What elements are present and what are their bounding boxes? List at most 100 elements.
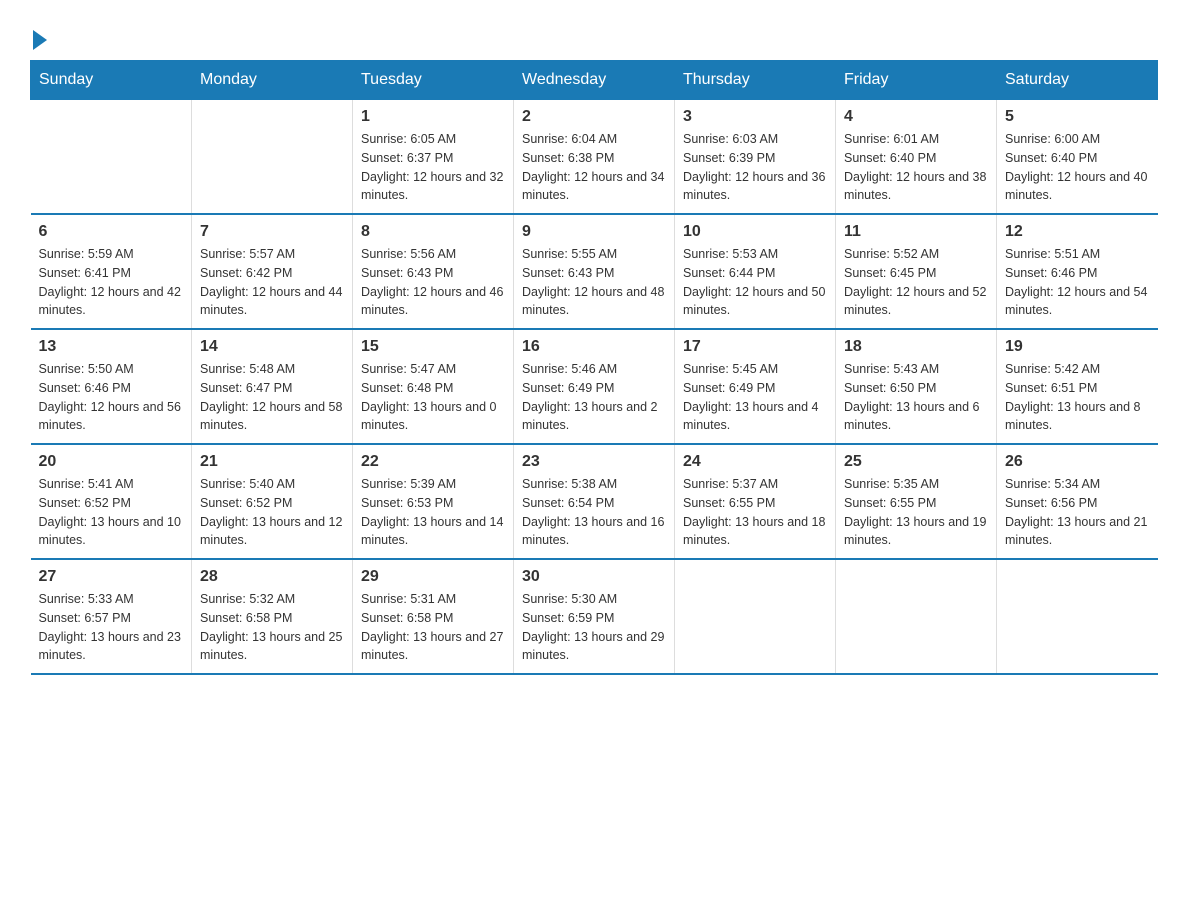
day-info: Sunrise: 5:35 AMSunset: 6:55 PMDaylight:…: [844, 475, 988, 550]
week-row-1: 1 Sunrise: 6:05 AMSunset: 6:37 PMDaylight…: [31, 100, 1158, 215]
day-number: 17: [683, 338, 827, 356]
week-row-4: 20 Sunrise: 5:41 AMSunset: 6:52 PMDayligh…: [31, 444, 1158, 559]
calendar-header: SundayMondayTuesdayWednesdayThursdayFrid…: [31, 61, 1158, 100]
calendar-cell: 20 Sunrise: 5:41 AMSunset: 6:52 PMDayligh…: [31, 444, 192, 559]
day-number: 5: [1005, 108, 1150, 126]
weekday-header-saturday: Saturday: [997, 61, 1158, 100]
day-number: 27: [39, 568, 184, 586]
day-info: Sunrise: 5:42 AMSunset: 6:51 PMDaylight:…: [1005, 360, 1150, 435]
day-info: Sunrise: 5:56 AMSunset: 6:43 PMDaylight:…: [361, 245, 505, 320]
day-number: 22: [361, 453, 505, 471]
day-number: 13: [39, 338, 184, 356]
day-info: Sunrise: 5:57 AMSunset: 6:42 PMDaylight:…: [200, 245, 344, 320]
day-info: Sunrise: 5:55 AMSunset: 6:43 PMDaylight:…: [522, 245, 666, 320]
day-info: Sunrise: 5:33 AMSunset: 6:57 PMDaylight:…: [39, 590, 184, 665]
logo-blue-section: [30, 30, 51, 50]
calendar-cell: 10Sunrise: 5:53 AMSunset: 6:44 PMDayligh…: [675, 214, 836, 329]
day-number: 24: [683, 453, 827, 471]
calendar-table: SundayMondayTuesdayWednesdayThursdayFrid…: [30, 60, 1158, 675]
day-info: Sunrise: 5:37 AMSunset: 6:55 PMDaylight:…: [683, 475, 827, 550]
day-number: 21: [200, 453, 344, 471]
calendar-cell: 17 Sunrise: 5:45 AMSunset: 6:49 PMDayligh…: [675, 329, 836, 444]
day-number: 6: [39, 223, 184, 241]
day-info: Sunrise: 5:46 AMSunset: 6:49 PMDaylight:…: [522, 360, 666, 435]
day-info: Sunrise: 6:00 AMSunset: 6:40 PMDaylight:…: [1005, 130, 1150, 205]
day-number: 19: [1005, 338, 1150, 356]
weekday-header-row: SundayMondayTuesdayWednesdayThursdayFrid…: [31, 61, 1158, 100]
day-info: Sunrise: 5:41 AMSunset: 6:52 PMDaylight:…: [39, 475, 184, 550]
day-info: Sunrise: 5:32 AMSunset: 6:58 PMDaylight:…: [200, 590, 344, 665]
day-info: Sunrise: 6:05 AMSunset: 6:37 PMDaylight:…: [361, 130, 505, 205]
calendar-cell: 1 Sunrise: 6:05 AMSunset: 6:37 PMDaylight…: [353, 100, 514, 215]
week-row-5: 27 Sunrise: 5:33 AMSunset: 6:57 PMDayligh…: [31, 559, 1158, 674]
calendar-cell: 25 Sunrise: 5:35 AMSunset: 6:55 PMDayligh…: [836, 444, 997, 559]
week-row-3: 13Sunrise: 5:50 AMSunset: 6:46 PMDayligh…: [31, 329, 1158, 444]
page-header: [30, 20, 1158, 50]
day-number: 8: [361, 223, 505, 241]
day-number: 16: [522, 338, 666, 356]
calendar-cell: [675, 559, 836, 674]
day-info: Sunrise: 6:03 AMSunset: 6:39 PMDaylight:…: [683, 130, 827, 205]
weekday-header-wednesday: Wednesday: [514, 61, 675, 100]
day-number: 12: [1005, 223, 1150, 241]
day-info: Sunrise: 5:34 AMSunset: 6:56 PMDaylight:…: [1005, 475, 1150, 550]
day-number: 26: [1005, 453, 1150, 471]
calendar-cell: 22 Sunrise: 5:39 AMSunset: 6:53 PMDayligh…: [353, 444, 514, 559]
week-row-2: 6 Sunrise: 5:59 AMSunset: 6:41 PMDaylight…: [31, 214, 1158, 329]
calendar-cell: 5 Sunrise: 6:00 AMSunset: 6:40 PMDaylight…: [997, 100, 1158, 215]
calendar-cell: 2 Sunrise: 6:04 AMSunset: 6:38 PMDaylight…: [514, 100, 675, 215]
calendar-cell: 23 Sunrise: 5:38 AMSunset: 6:54 PMDayligh…: [514, 444, 675, 559]
day-number: 15: [361, 338, 505, 356]
calendar-cell: 14 Sunrise: 5:48 AMSunset: 6:47 PMDayligh…: [192, 329, 353, 444]
day-info: Sunrise: 6:04 AMSunset: 6:38 PMDaylight:…: [522, 130, 666, 205]
calendar-cell: 7Sunrise: 5:57 AMSunset: 6:42 PMDaylight…: [192, 214, 353, 329]
day-info: Sunrise: 5:47 AMSunset: 6:48 PMDaylight:…: [361, 360, 505, 435]
day-number: 2: [522, 108, 666, 126]
weekday-header-friday: Friday: [836, 61, 997, 100]
calendar-cell: 15 Sunrise: 5:47 AMSunset: 6:48 PMDayligh…: [353, 329, 514, 444]
calendar-cell: 24 Sunrise: 5:37 AMSunset: 6:55 PMDayligh…: [675, 444, 836, 559]
calendar-cell: [836, 559, 997, 674]
calendar-cell: 13Sunrise: 5:50 AMSunset: 6:46 PMDayligh…: [31, 329, 192, 444]
weekday-header-monday: Monday: [192, 61, 353, 100]
calendar-cell: 21 Sunrise: 5:40 AMSunset: 6:52 PMDayligh…: [192, 444, 353, 559]
day-number: 4: [844, 108, 988, 126]
day-info: Sunrise: 5:31 AMSunset: 6:58 PMDaylight:…: [361, 590, 505, 665]
day-number: 1: [361, 108, 505, 126]
day-info: Sunrise: 5:40 AMSunset: 6:52 PMDaylight:…: [200, 475, 344, 550]
calendar-cell: 29 Sunrise: 5:31 AMSunset: 6:58 PMDayligh…: [353, 559, 514, 674]
calendar-cell: [31, 100, 192, 215]
weekday-header-thursday: Thursday: [675, 61, 836, 100]
weekday-header-tuesday: Tuesday: [353, 61, 514, 100]
calendar-cell: 27 Sunrise: 5:33 AMSunset: 6:57 PMDayligh…: [31, 559, 192, 674]
weekday-header-sunday: Sunday: [31, 61, 192, 100]
day-number: 14: [200, 338, 344, 356]
calendar-cell: 30Sunrise: 5:30 AMSunset: 6:59 PMDayligh…: [514, 559, 675, 674]
day-number: 29: [361, 568, 505, 586]
day-info: Sunrise: 5:39 AMSunset: 6:53 PMDaylight:…: [361, 475, 505, 550]
day-info: Sunrise: 5:38 AMSunset: 6:54 PMDaylight:…: [522, 475, 666, 550]
calendar-cell: 19 Sunrise: 5:42 AMSunset: 6:51 PMDayligh…: [997, 329, 1158, 444]
calendar-cell: 12Sunrise: 5:51 AMSunset: 6:46 PMDayligh…: [997, 214, 1158, 329]
calendar-cell: 6 Sunrise: 5:59 AMSunset: 6:41 PMDaylight…: [31, 214, 192, 329]
day-info: Sunrise: 5:45 AMSunset: 6:49 PMDaylight:…: [683, 360, 827, 435]
logo-arrow-icon: [33, 30, 47, 50]
calendar-cell: 11Sunrise: 5:52 AMSunset: 6:45 PMDayligh…: [836, 214, 997, 329]
day-number: 20: [39, 453, 184, 471]
day-number: 11: [844, 223, 988, 241]
day-info: Sunrise: 5:59 AMSunset: 6:41 PMDaylight:…: [39, 245, 184, 320]
day-info: Sunrise: 5:53 AMSunset: 6:44 PMDaylight:…: [683, 245, 827, 320]
calendar-cell: 18Sunrise: 5:43 AMSunset: 6:50 PMDayligh…: [836, 329, 997, 444]
day-number: 9: [522, 223, 666, 241]
calendar-cell: 3Sunrise: 6:03 AMSunset: 6:39 PMDaylight…: [675, 100, 836, 215]
logo: [30, 20, 51, 50]
calendar-body: 1 Sunrise: 6:05 AMSunset: 6:37 PMDaylight…: [31, 100, 1158, 675]
day-info: Sunrise: 5:43 AMSunset: 6:50 PMDaylight:…: [844, 360, 988, 435]
day-number: 23: [522, 453, 666, 471]
calendar-cell: 28Sunrise: 5:32 AMSunset: 6:58 PMDayligh…: [192, 559, 353, 674]
day-info: Sunrise: 6:01 AMSunset: 6:40 PMDaylight:…: [844, 130, 988, 205]
day-info: Sunrise: 5:48 AMSunset: 6:47 PMDaylight:…: [200, 360, 344, 435]
calendar-cell: [997, 559, 1158, 674]
day-number: 25: [844, 453, 988, 471]
calendar-cell: 4 Sunrise: 6:01 AMSunset: 6:40 PMDaylight…: [836, 100, 997, 215]
